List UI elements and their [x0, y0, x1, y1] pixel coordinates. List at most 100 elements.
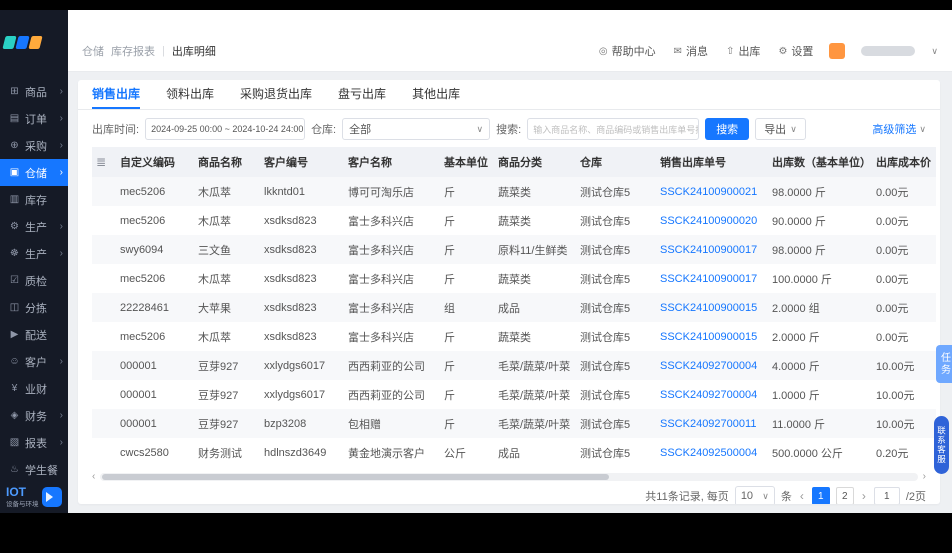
table-cell: xsdksd823	[264, 330, 317, 343]
sidebar-item-quality[interactable]: ☑ 质检	[0, 267, 68, 294]
scroll-left-icon[interactable]: ‹	[92, 472, 95, 482]
column-header: 销售出库单号	[656, 147, 768, 177]
sidebar-item-goods[interactable]: ⊞ 商品 ›	[0, 78, 68, 105]
advanced-filter-toggle[interactable]: 高级筛选 ∨	[872, 121, 926, 137]
table-cell: mec5206	[120, 185, 166, 198]
table-cell: 11.0000 斤	[772, 418, 826, 431]
scrollbar-thumb[interactable]	[102, 474, 610, 480]
column-header: 商品名称	[194, 147, 260, 177]
table-cell: 西西莉亚的公司	[348, 360, 425, 373]
search-label: 搜索:	[496, 124, 522, 136]
breadcrumb-separator: |	[162, 45, 165, 57]
tab-1[interactable]: 销售出库	[92, 80, 141, 109]
sales-order-link[interactable]: SSCK24100900021	[656, 177, 768, 206]
header-action-settings[interactable]: ⚙ 设置	[778, 43, 813, 59]
header-action-help-center[interactable]: ◎ 帮助中心	[599, 43, 656, 59]
table-row: mec5206 木瓜萃 lkkntd01 博可可淘乐店 斤 蔬菜类 测试仓库5 SSCK241…	[92, 177, 936, 206]
table-cell: 斤	[444, 360, 455, 373]
sidebar-item-reports[interactable]: ▧ 报表 ›	[0, 429, 68, 456]
table-cell: 斤	[444, 215, 455, 228]
sales-order-link[interactable]: SSCK24100900017	[656, 235, 768, 264]
table-row: mec5206 木瓜萃 xsdksd823 富士多科兴店 斤 蔬菜类 测试仓库5 SSCK24…	[92, 264, 936, 293]
table-cell: 2.0000 斤	[772, 331, 820, 344]
sales-order-link[interactable]: SSCK24092700011	[656, 409, 768, 438]
table-cell: 富士多科兴店	[348, 331, 414, 344]
sidebar-item-delivery[interactable]: ▶ 配送	[0, 321, 68, 348]
date-range-input[interactable]: 2024-09-25 00:00 ~ 2024-10-24 24:00	[145, 118, 306, 140]
table-cell: 100.0000 斤	[772, 273, 832, 286]
table-cell: mec5206	[120, 330, 166, 343]
table-cell: 富士多科兴店	[348, 215, 414, 228]
search-button[interactable]: 搜索	[705, 118, 750, 140]
search-input[interactable]: 输入商品名称、商品编码或销售出库单号搜索	[527, 118, 700, 140]
records-count: 共11条记录, 每页	[645, 491, 729, 503]
sidebar-item-finance[interactable]: ◈ 财务 ›	[0, 402, 68, 429]
sorting-icon: ◫	[9, 302, 20, 313]
page-button-2[interactable]: 2	[835, 487, 854, 504]
page-size-select[interactable]: 10 ∨	[734, 486, 775, 504]
tab-2[interactable]: 领料出库	[166, 80, 214, 109]
table-cell: 测试仓库5	[580, 215, 631, 228]
iot-device-icon[interactable]	[41, 487, 62, 507]
header-action-label: 出库	[738, 46, 761, 58]
sidebar-item-label: 财务	[25, 410, 47, 423]
export-button[interactable]: 导出 ∨	[755, 118, 806, 140]
chevron-down-icon: ∨	[476, 123, 484, 134]
sidebar-item-customers[interactable]: ☺ 客户 ›	[0, 348, 68, 375]
customers-icon: ☺	[9, 356, 20, 367]
sidebar-item-orders[interactable]: ▤ 订单 ›	[0, 105, 68, 132]
sidebar-menu: ⊞ 商品 › ▤ 订单 › ⊕ 采购 › ▣ 仓储 › ▥ 库存 ⚙ 生产 › ☸ 生产 › ☑ 质检 ◫ 分拣 ▶ 配送 ☺ 客户 ›…	[0, 78, 68, 483]
sidebar-item-sorting[interactable]: ◫ 分拣	[0, 294, 68, 321]
table-cell: lkkntd01	[264, 185, 305, 198]
sales-order-link[interactable]: SSCK24100900015	[656, 322, 768, 351]
sales-order-link[interactable]: SSCK24092700004	[656, 351, 768, 380]
table-cell: 98.0000 斤	[772, 244, 826, 257]
sidebar-item-production-1[interactable]: ⚙ 生产 ›	[0, 213, 68, 240]
top-header: 仓储 库存报表 | 出库明细 ◎ 帮助中心 ✉ 消息 ⇧ 出库 ⚙ 设置 ∨	[68, 10, 952, 72]
contact-support-button[interactable]: 联系客服	[934, 416, 949, 474]
sales-order-link[interactable]: SSCK24092500004	[656, 438, 768, 467]
sales-order-link[interactable]: SSCK24100900020	[656, 206, 768, 235]
table-cell: 毛菜/蔬菜/叶菜	[498, 389, 571, 402]
sidebar-item-production-2[interactable]: ☸ 生产 ›	[0, 240, 68, 267]
header-action-outbound[interactable]: ⇧ 出库	[726, 43, 760, 59]
sidebar-item-biz-finance[interactable]: ¥ 业财	[0, 375, 68, 402]
sales-order-link[interactable]: SSCK24100900015	[656, 293, 768, 322]
table-row: 000001 豆芽927 bzp3208 包相赠 斤 毛菜/蔬菜/叶菜 测试仓库5 SSCK2…	[92, 409, 936, 438]
tab-4[interactable]: 盘亏出库	[338, 80, 386, 109]
scroll-right-icon[interactable]: ›	[923, 472, 926, 482]
sidebar-item-warehouse[interactable]: ▣ 仓储 ›	[0, 159, 68, 186]
breadcrumb-module[interactable]: 仓储	[82, 43, 104, 59]
table-row: 22228461 大苹果 xsdksd823 富士多科兴店 组 成品 测试仓库5 SSCK24…	[92, 293, 936, 322]
column-header: 商品分类	[494, 147, 576, 177]
tab-3[interactable]: 采购退货出库	[240, 80, 312, 109]
page-button-1[interactable]: 1	[811, 487, 830, 504]
task-panel-tab[interactable]: 任务	[936, 345, 952, 383]
breadcrumb-parent[interactable]: 库存报表	[111, 43, 155, 59]
prev-page-button[interactable]: ‹	[798, 489, 806, 503]
column-settings-icon[interactable]: ≣	[92, 147, 116, 177]
sales-order-link[interactable]: SSCK24092700004	[656, 380, 768, 409]
table-cell	[92, 264, 116, 293]
sidebar-item-inventory[interactable]: ▥ 库存	[0, 186, 68, 213]
warehouse-icon: ▣	[9, 167, 20, 178]
next-page-button[interactable]: ›	[860, 489, 868, 503]
header-action-messages[interactable]: ✉ 消息	[674, 43, 708, 59]
column-header: 出库数（基本单位）	[768, 147, 872, 177]
sidebar-item-purchase[interactable]: ⊕ 采购 ›	[0, 132, 68, 159]
chevron-down-icon[interactable]: ∨	[931, 46, 938, 57]
warehouse-select[interactable]: 全部 ∨	[342, 118, 491, 140]
column-header: 自定义编码	[116, 147, 194, 177]
quality-icon: ☑	[10, 275, 19, 286]
table-cell: 公斤	[444, 447, 466, 460]
page-jump-input[interactable]: 1	[873, 487, 900, 504]
tab-5[interactable]: 其他出库	[412, 80, 460, 109]
table-cell: 22228461	[120, 301, 169, 314]
app-window: ⊞ 商品 › ▤ 订单 › ⊕ 采购 › ▣ 仓储 › ▥ 库存 ⚙ 生产 › ☸ 生产 › ☑ 质检 ◫ 分拣 ▶ 配送 ☺ 客户 ›…	[0, 10, 952, 513]
table-cell: 斤	[444, 273, 455, 286]
horizontal-scrollbar[interactable]	[100, 473, 918, 481]
sidebar-item-student-meal[interactable]: ♨ 学生餐	[0, 456, 68, 483]
avatar[interactable]	[829, 43, 846, 59]
table-cell: 0.00元	[876, 331, 909, 344]
sales-order-link[interactable]: SSCK24100900017	[656, 264, 768, 293]
